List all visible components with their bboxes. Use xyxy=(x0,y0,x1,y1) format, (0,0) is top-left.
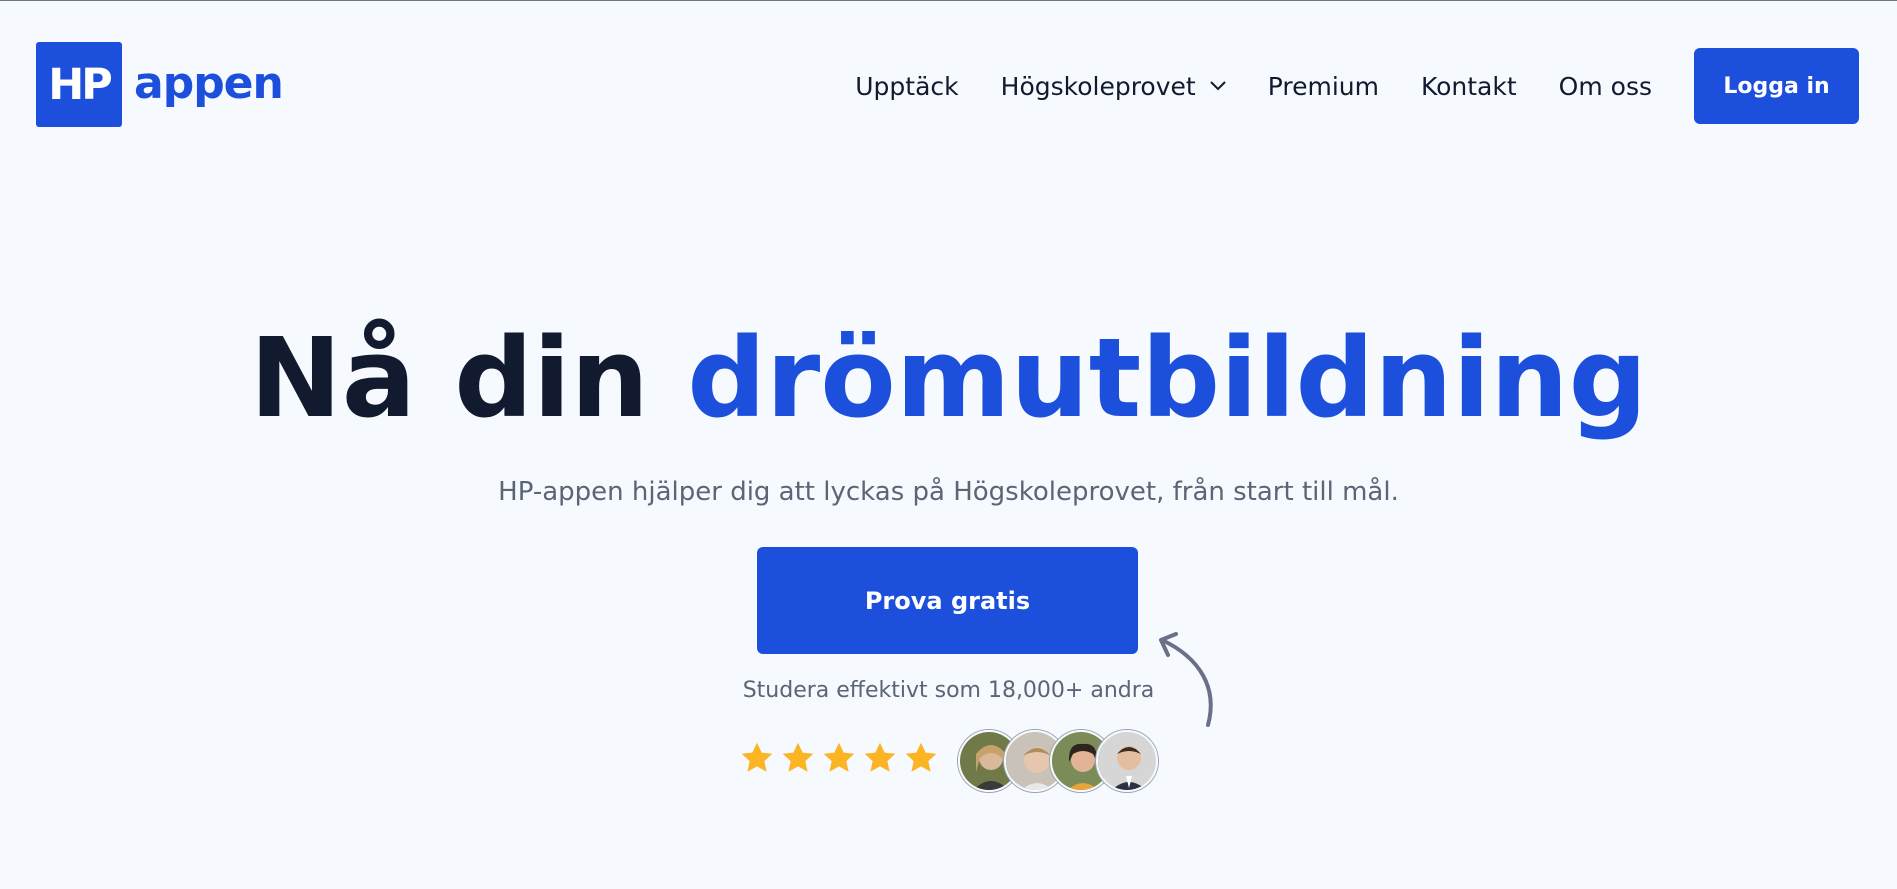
nav-upptack[interactable]: Upptäck xyxy=(855,72,958,101)
hero-title-dark: Nå din xyxy=(249,314,649,442)
logo-box: HP xyxy=(36,42,122,127)
social-proof-text: Studera effektivt som 18,000+ andra xyxy=(742,678,1155,703)
nav-premium[interactable]: Premium xyxy=(1268,72,1379,101)
rating-stars xyxy=(739,740,944,776)
nav-hogskoleprovet-label: Högskoleprovet xyxy=(1000,71,1196,101)
hero-title: Nå din drömutbildning xyxy=(0,318,1897,438)
window-top-border xyxy=(0,0,1897,1)
login-button[interactable]: Logga in xyxy=(1694,48,1859,124)
star-icon xyxy=(782,742,814,772)
logo-word: appen xyxy=(134,58,284,109)
chevron-down-icon xyxy=(1210,81,1226,91)
try-free-button[interactable]: Prova gratis xyxy=(757,547,1138,654)
star-icon xyxy=(905,742,937,772)
star-icon xyxy=(741,742,773,772)
nav-kontakt[interactable]: Kontakt xyxy=(1421,72,1517,101)
star-icon xyxy=(823,742,855,772)
main-nav: Upptäck Högskoleprovet Premium Kontakt O… xyxy=(855,48,1859,124)
avatar-photo-4-icon xyxy=(1098,732,1156,790)
hp-appen-logo[interactable]: HP appen xyxy=(36,42,284,127)
user-avatars xyxy=(958,730,1158,792)
avatar xyxy=(1096,730,1158,792)
hero-title-accent: drömutbildning xyxy=(687,314,1648,442)
hero-subtitle: HP-appen hjälper dig att lyckas på Högsk… xyxy=(498,477,1399,507)
nav-hogskoleprovet[interactable]: Högskoleprovet xyxy=(1001,72,1226,101)
star-icon xyxy=(864,742,896,772)
nav-om-oss[interactable]: Om oss xyxy=(1559,72,1652,101)
